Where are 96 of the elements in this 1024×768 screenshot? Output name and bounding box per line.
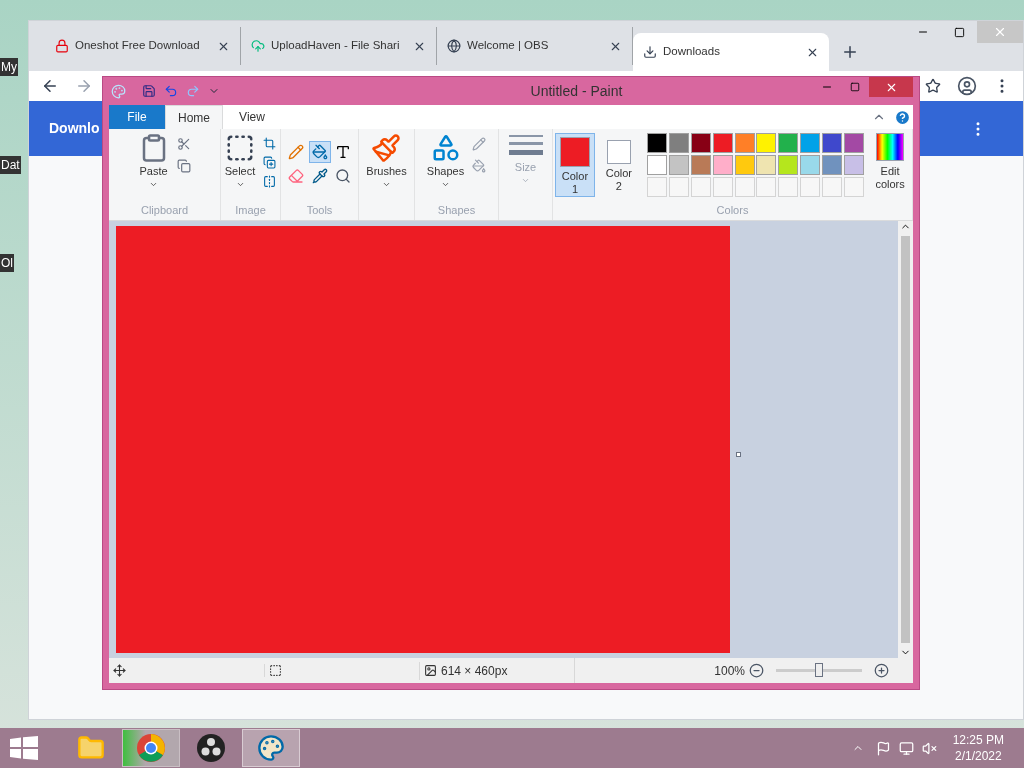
canvas-size-icon <box>424 664 437 677</box>
start-logo-icon[interactable] <box>10 736 38 760</box>
folder-icon <box>77 734 105 762</box>
palette-swatch[interactable] <box>734 155 755 175</box>
group-label: Clipboard <box>140 202 189 218</box>
dashed-rectangle-icon <box>225 133 255 163</box>
bookmark-star-icon[interactable] <box>925 78 941 94</box>
maximize-icon <box>953 26 965 38</box>
palette-swatch[interactable] <box>690 155 711 175</box>
palette-swatch[interactable] <box>756 155 777 175</box>
select-button[interactable]: Select <box>224 133 256 189</box>
group-label: Tools <box>306 202 333 218</box>
undo-icon[interactable] <box>164 84 178 98</box>
flag-icon[interactable] <box>875 740 891 756</box>
zoom-in-icon[interactable] <box>874 663 889 678</box>
recorder-logo-icon <box>196 733 226 763</box>
group-label: Image <box>235 202 266 218</box>
palette-swatch[interactable] <box>844 133 865 153</box>
network-icon[interactable] <box>898 740 914 756</box>
palette-swatch[interactable] <box>712 133 733 153</box>
palette-swatch[interactable] <box>778 133 799 153</box>
back-icon[interactable] <box>41 77 59 95</box>
canvas-size: 614 × 460px <box>441 662 508 680</box>
desktop-icon-label[interactable]: Dat <box>0 156 21 174</box>
palette-swatch[interactable] <box>668 133 689 153</box>
palette-swatch[interactable] <box>822 155 843 175</box>
clock-time[interactable]: 12:25 PM <box>952 732 1004 748</box>
palette-swatch[interactable] <box>844 155 865 175</box>
browser-logo-icon <box>136 733 166 763</box>
paste-button[interactable]: Paste <box>138 133 169 189</box>
palette-swatch[interactable] <box>778 155 799 175</box>
palette-swatch[interactable] <box>822 133 843 153</box>
pipette-icon <box>311 168 328 184</box>
palette-swatch[interactable] <box>668 155 689 175</box>
zoom-out-icon[interactable] <box>749 663 764 678</box>
save-icon[interactable] <box>142 84 156 98</box>
color-spectrum-icon <box>876 133 905 161</box>
palette-swatch[interactable] <box>734 133 755 153</box>
eraser-icon <box>288 168 304 184</box>
clock-date[interactable]: 2/1/2022 <box>954 748 1002 764</box>
browser-tab[interactable]: Downloads <box>633 33 829 71</box>
zoom-thumb[interactable] <box>815 663 823 677</box>
magnifier-icon <box>335 168 352 184</box>
close-icon <box>993 25 1007 39</box>
desktop-icon-label[interactable]: Ol <box>0 254 14 272</box>
ribbon-tab[interactable]: Home <box>165 105 223 129</box>
selection-size-icon <box>269 664 282 677</box>
shapes-button[interactable]: Shapes <box>426 133 465 189</box>
cut-icon[interactable] <box>176 137 191 151</box>
browser-tab[interactable]: Oneshot Free Download <box>45 27 241 65</box>
new-tab-icon[interactable] <box>841 43 859 61</box>
fill-icon[interactable] <box>472 159 487 173</box>
palette-swatch[interactable] <box>646 133 667 153</box>
color-slot-button[interactable]: Color 2 <box>598 133 639 197</box>
crop-icon[interactable] <box>263 137 277 150</box>
palette-swatch[interactable] <box>800 155 821 175</box>
palette-swatch[interactable] <box>712 155 733 175</box>
group-label: Colors <box>715 202 750 218</box>
lock-icon <box>55 39 69 53</box>
scrollbar[interactable] <box>898 221 913 658</box>
help-icon[interactable] <box>894 108 911 126</box>
profile-icon[interactable] <box>957 76 977 96</box>
group-label: Shapes <box>437 202 476 218</box>
window-title: Untitled - Paint <box>529 81 624 101</box>
zoom-level: 100% <box>714 662 745 680</box>
page-title: Downlo <box>49 119 100 138</box>
brush-icon <box>371 133 402 163</box>
desktop-icon-label[interactable]: My <box>0 58 18 76</box>
palette-swatch[interactable] <box>800 133 821 153</box>
palette-swatch[interactable] <box>646 155 667 175</box>
forward-icon[interactable] <box>75 77 93 95</box>
edit-colors-button[interactable]: Edit colors <box>868 133 912 191</box>
copy-icon[interactable] <box>176 159 191 173</box>
volume-muted-icon[interactable] <box>921 740 937 756</box>
paint-bucket-icon <box>311 144 328 160</box>
redo-icon[interactable] <box>186 84 200 98</box>
download-icon <box>643 45 657 59</box>
palette-swatch[interactable] <box>756 133 777 153</box>
resize-handle[interactable] <box>736 452 741 457</box>
resize-icon[interactable] <box>263 156 277 169</box>
maximize-icon <box>850 82 860 92</box>
pencil-icon <box>288 144 304 160</box>
cloud-icon <box>251 39 265 53</box>
outline-icon[interactable] <box>472 137 487 151</box>
close-button[interactable] <box>869 77 913 97</box>
palette-icon <box>257 734 285 762</box>
ribbon-tab[interactable]: View <box>223 105 281 129</box>
cursor-position-icon <box>113 664 126 677</box>
app-icon[interactable] <box>111 83 126 99</box>
color-slot-button[interactable]: Color 1 <box>555 133 595 197</box>
text-icon <box>335 144 352 160</box>
palette-swatch[interactable] <box>690 133 711 153</box>
brushes-button[interactable]: Brushes <box>366 133 407 189</box>
file-menu-tab[interactable]: File <box>109 105 165 129</box>
globe-icon <box>447 39 461 53</box>
browser-tab[interactable]: UploadHaven - File Shari <box>241 27 437 65</box>
